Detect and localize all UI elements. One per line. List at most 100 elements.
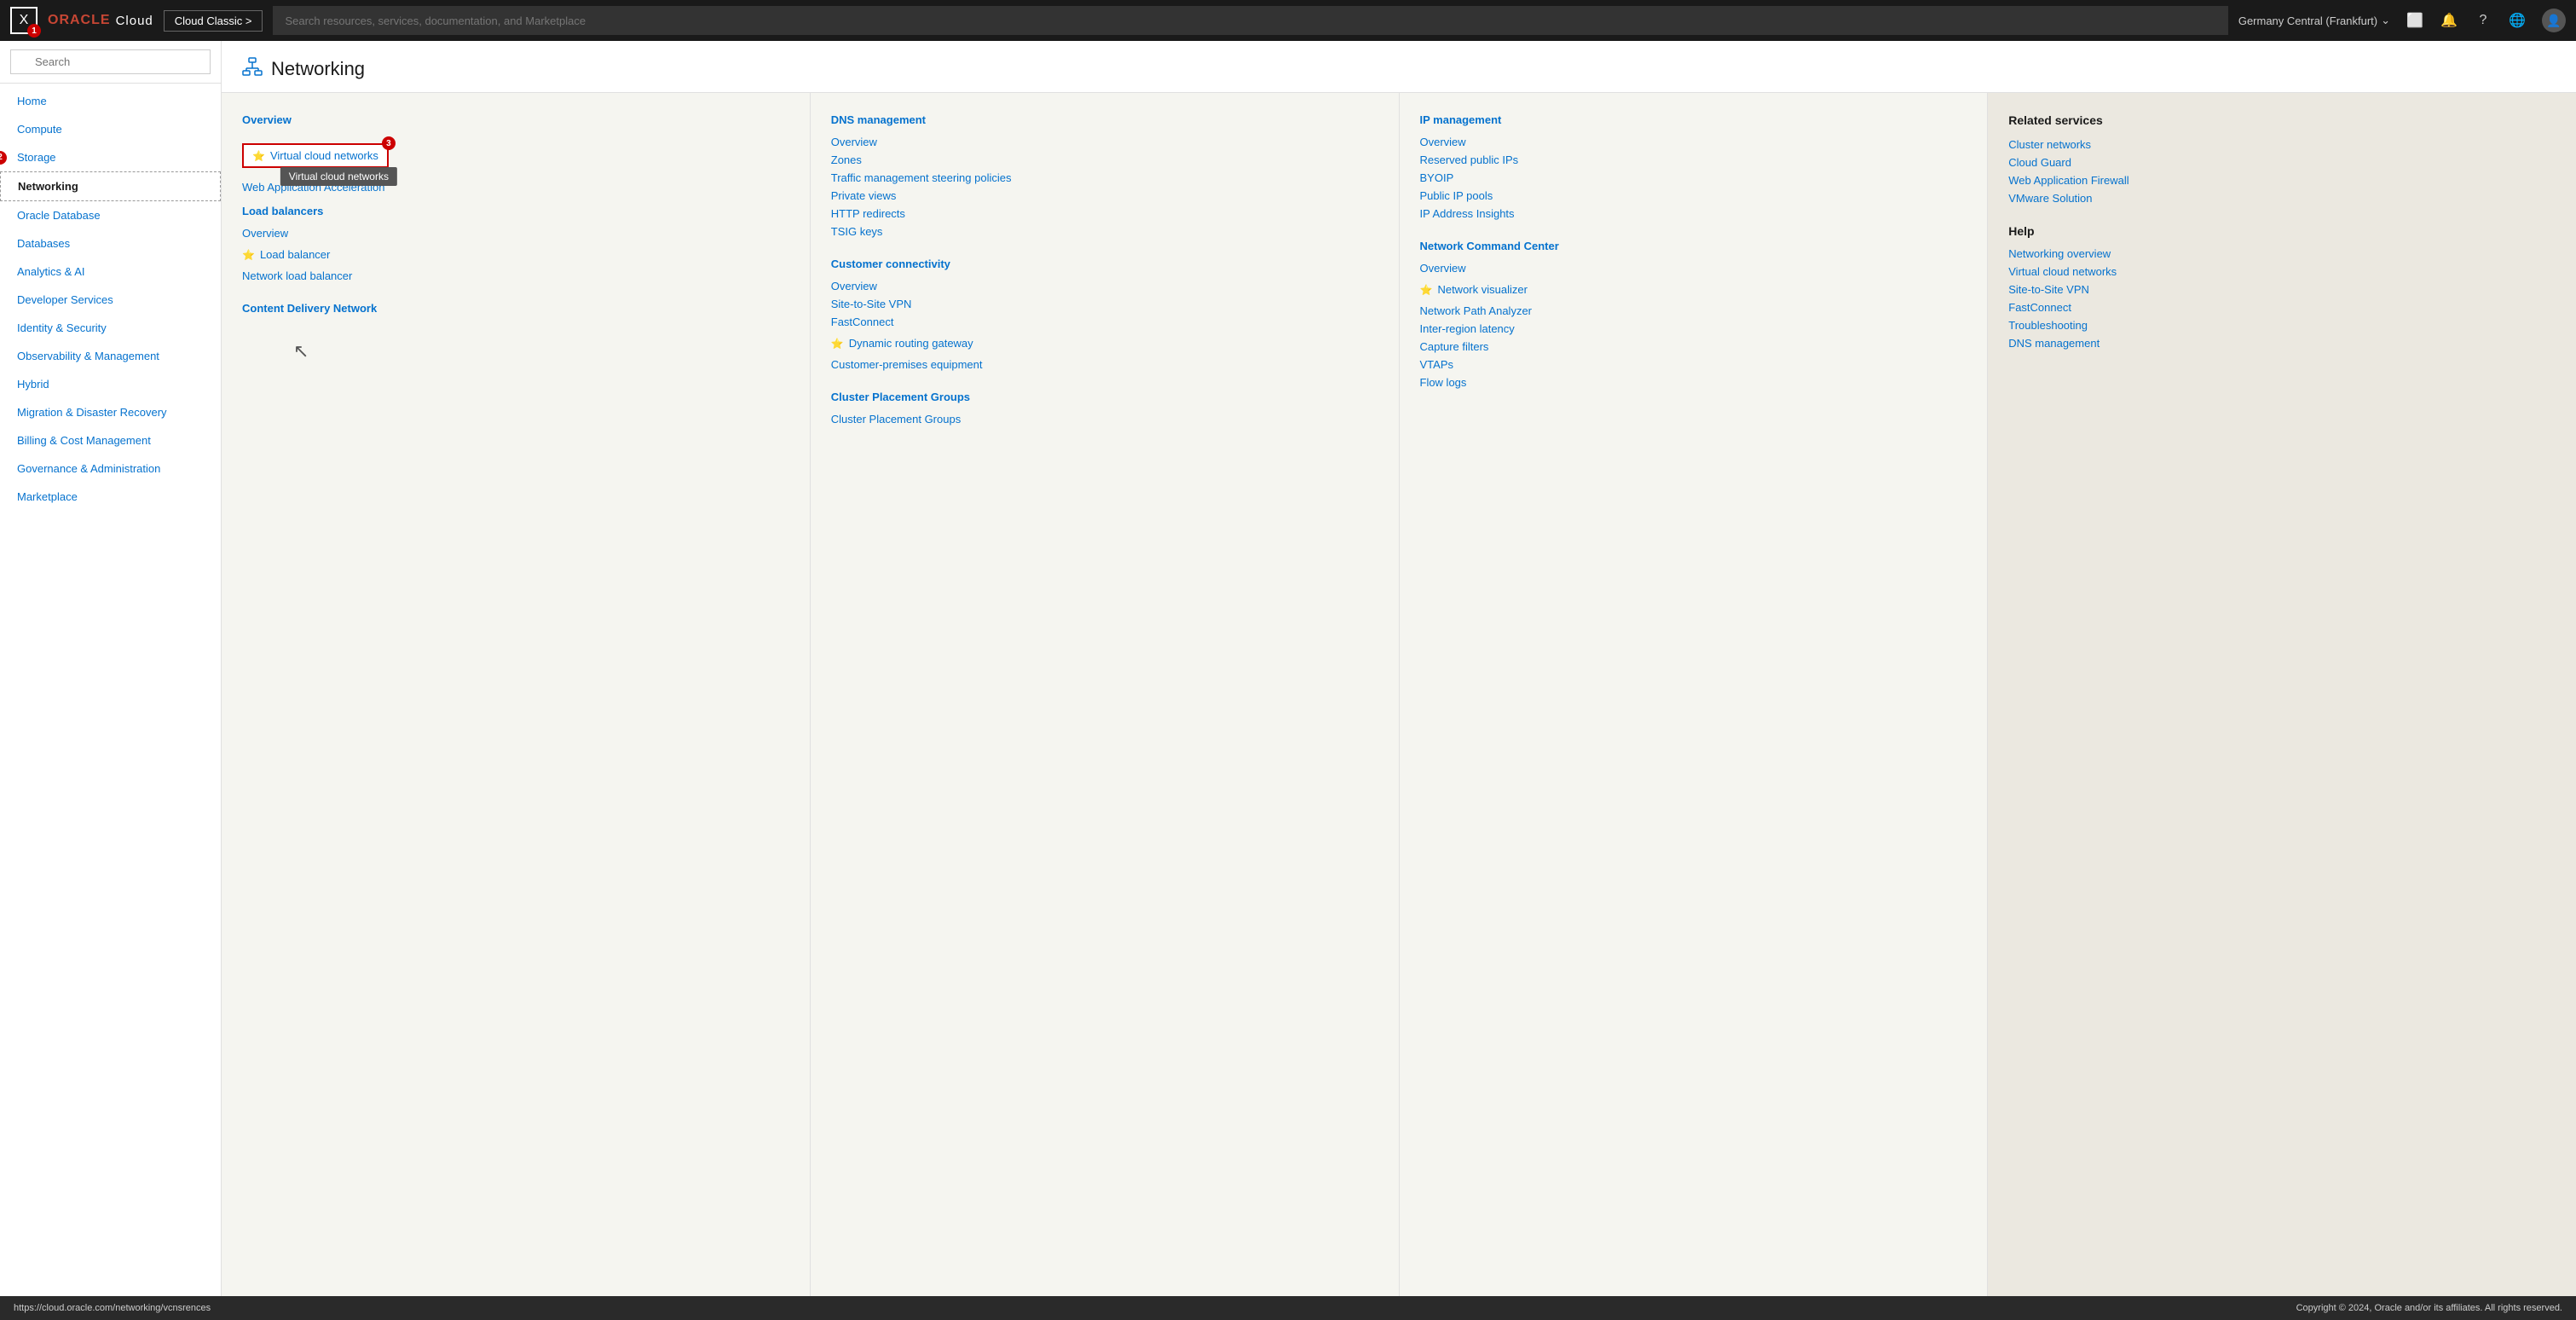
sidebar-item-identity-security[interactable]: Identity & Security [0, 314, 221, 342]
help-fastconnect[interactable]: FastConnect [2008, 298, 2556, 316]
section-customer-connectivity: Customer connectivity Overview Site-to-S… [831, 258, 1378, 373]
dns-traffic-link[interactable]: Traffic management steering policies [831, 169, 1378, 187]
sidebar-item-hybrid[interactable]: Hybrid [0, 370, 221, 398]
sidebar-item-observability[interactable]: Observability & Management [0, 342, 221, 370]
badge-1: 1 [27, 24, 41, 38]
global-search-input[interactable] [273, 6, 2227, 35]
related-vmware[interactable]: VMware Solution [2008, 189, 2556, 207]
page-header: Networking [222, 41, 2576, 93]
cc-fastconnect-link[interactable]: FastConnect [831, 313, 1378, 331]
dns-zones-link[interactable]: Zones [831, 151, 1378, 169]
menu-col-1: Overview ⭐ Virtual cloud networks 3 Virt… [222, 93, 811, 1296]
load-balancer-link[interactable]: ⭐ Load balancer [242, 246, 789, 263]
help-networking-overview[interactable]: Networking overview [2008, 245, 2556, 263]
help-vcn[interactable]: Virtual cloud networks [2008, 263, 2556, 281]
ncc-flow-logs-link[interactable]: Flow logs [1420, 373, 1967, 391]
help-dns[interactable]: DNS management [2008, 334, 2556, 352]
section-dns: DNS management Overview Zones Traffic ma… [831, 113, 1378, 240]
pin-icon-ncc: ⭐ [1420, 284, 1433, 296]
cdn-link[interactable]: Content Delivery Network [242, 302, 789, 315]
section-title-cluster-placement: Cluster Placement Groups [831, 391, 1378, 403]
sidebar-item-compute[interactable]: Compute [0, 115, 221, 143]
ncc-overview-link[interactable]: Overview [1420, 259, 1967, 277]
ncc-visualizer-label: Network visualizer [1437, 283, 1527, 296]
bell-icon[interactable]: 🔔 [2440, 11, 2458, 30]
cc-drg-link[interactable]: ⭐ Dynamic routing gateway [831, 334, 1378, 352]
sidebar-item-developer-services[interactable]: Developer Services [0, 286, 221, 314]
sidebar-item-migration[interactable]: Migration & Disaster Recovery [0, 398, 221, 426]
globe-icon[interactable]: 🌐 [2508, 11, 2527, 30]
network-load-balancer-link[interactable]: Network load balancer [242, 267, 789, 285]
ncc-inter-region-link[interactable]: Inter-region latency [1420, 320, 1967, 338]
sidebar-item-home[interactable]: Home [0, 87, 221, 115]
section-overview: Overview [242, 113, 789, 126]
related-services-title: Related services [2008, 113, 2556, 127]
cc-site-to-site-link[interactable]: Site-to-Site VPN [831, 295, 1378, 313]
cc-cpe-link[interactable]: Customer-premises equipment [831, 356, 1378, 373]
drg-label: Dynamic routing gateway [849, 337, 973, 350]
web-app-acceleration-link[interactable]: Web Application Acceleration [242, 178, 789, 196]
sidebar-item-analytics-ai[interactable]: Analytics & AI [0, 258, 221, 286]
web-app-acceleration-wrap: Web Application Acceleration [242, 178, 789, 196]
virtual-cloud-networks-link[interactable]: ⭐ Virtual cloud networks 3 [242, 143, 389, 168]
section-title-load-balancers: Load balancers [242, 205, 789, 217]
section-help: Help Networking overview Virtual cloud n… [2008, 224, 2556, 352]
cursor-icon: ↖ [293, 340, 309, 362]
section-network-command-center: Network Command Center Overview ⭐ Networ… [1420, 240, 1967, 391]
dns-private-views-link[interactable]: Private views [831, 187, 1378, 205]
load-balancers-overview-link[interactable]: Overview [242, 224, 789, 242]
vcn-tooltip-wrap: ⭐ Virtual cloud networks 3 Virtual cloud… [242, 143, 389, 168]
status-url: https://cloud.oracle.com/networking/vcns… [14, 1303, 211, 1313]
region-selector[interactable]: Germany Central (Frankfurt) ⌄ [2238, 14, 2390, 27]
cluster-placement-groups-link[interactable]: Cluster Placement Groups [831, 410, 1378, 428]
sidebar: 🔍 Home Compute Storage 2 Networking Orac… [0, 41, 222, 1296]
region-chevron: ⌄ [2381, 14, 2390, 27]
load-balancer-label: Load balancer [260, 248, 330, 261]
related-cluster-networks[interactable]: Cluster networks [2008, 136, 2556, 153]
section-title-ip-management: IP management [1420, 113, 1967, 126]
nav-right: Germany Central (Frankfurt) ⌄ ⬜ 🔔 ? 🌐 👤 [2238, 9, 2566, 32]
help-troubleshooting[interactable]: Troubleshooting [2008, 316, 2556, 334]
related-waf[interactable]: Web Application Firewall [2008, 171, 2556, 189]
cc-overview-link[interactable]: Overview [831, 277, 1378, 295]
section-cdn: Content Delivery Network [242, 302, 789, 315]
sidebar-item-governance[interactable]: Governance & Administration [0, 454, 221, 483]
ip-reserved-link[interactable]: Reserved public IPs [1420, 151, 1967, 169]
ip-pools-link[interactable]: Public IP pools [1420, 187, 1967, 205]
help-site-to-site[interactable]: Site-to-Site VPN [2008, 281, 2556, 298]
ncc-capture-filters-link[interactable]: Capture filters [1420, 338, 1967, 356]
section-ip-management: IP management Overview Reserved public I… [1420, 113, 1967, 223]
help-icon[interactable]: ? [2474, 11, 2492, 30]
dns-tsig-link[interactable]: TSIG keys [831, 223, 1378, 240]
ip-byoip-link[interactable]: BYOIP [1420, 169, 1967, 187]
cursor-area: ↖ [242, 340, 789, 366]
dns-http-redirects-link[interactable]: HTTP redirects [831, 205, 1378, 223]
pin-icon-lb: ⭐ [242, 249, 255, 261]
sidebar-item-billing[interactable]: Billing & Cost Management [0, 426, 221, 454]
ip-insights-link[interactable]: IP Address Insights [1420, 205, 1967, 223]
sidebar-item-databases[interactable]: Databases [0, 229, 221, 258]
ncc-path-analyzer-link[interactable]: Network Path Analyzer [1420, 302, 1967, 320]
related-cloud-guard[interactable]: Cloud Guard [2008, 153, 2556, 171]
sidebar-item-marketplace[interactable]: Marketplace [0, 483, 221, 511]
close-button[interactable]: X 1 [10, 7, 38, 34]
pin-icon-drg: ⭐ [831, 338, 844, 350]
section-cluster-placement: Cluster Placement Groups Cluster Placeme… [831, 391, 1378, 428]
ncc-visualizer-link[interactable]: ⭐ Network visualizer [1420, 281, 1967, 298]
region-label: Germany Central (Frankfurt) [2238, 14, 2377, 27]
sidebar-search-input[interactable] [10, 49, 211, 74]
user-avatar[interactable]: 👤 [2542, 9, 2566, 32]
console-icon[interactable]: ⬜ [2406, 11, 2424, 30]
menu-col-2: DNS management Overview Zones Traffic ma… [811, 93, 1400, 1296]
section-title-dns: DNS management [831, 113, 1378, 126]
dns-overview-link[interactable]: Overview [831, 133, 1378, 151]
cloud-classic-button[interactable]: Cloud Classic > [164, 10, 263, 32]
sidebar-nav: Home Compute Storage 2 Networking Oracle… [0, 84, 221, 514]
sidebar-item-storage[interactable]: Storage 2 [0, 143, 221, 171]
ncc-vtaps-link[interactable]: VTAPs [1420, 356, 1967, 373]
sidebar-item-oracle-database[interactable]: Oracle Database [0, 201, 221, 229]
status-bar: https://cloud.oracle.com/networking/vcns… [0, 1296, 2576, 1320]
ip-overview-link[interactable]: Overview [1420, 133, 1967, 151]
sidebar-item-networking[interactable]: Networking [0, 171, 221, 201]
section-title-overview: Overview [242, 113, 789, 126]
